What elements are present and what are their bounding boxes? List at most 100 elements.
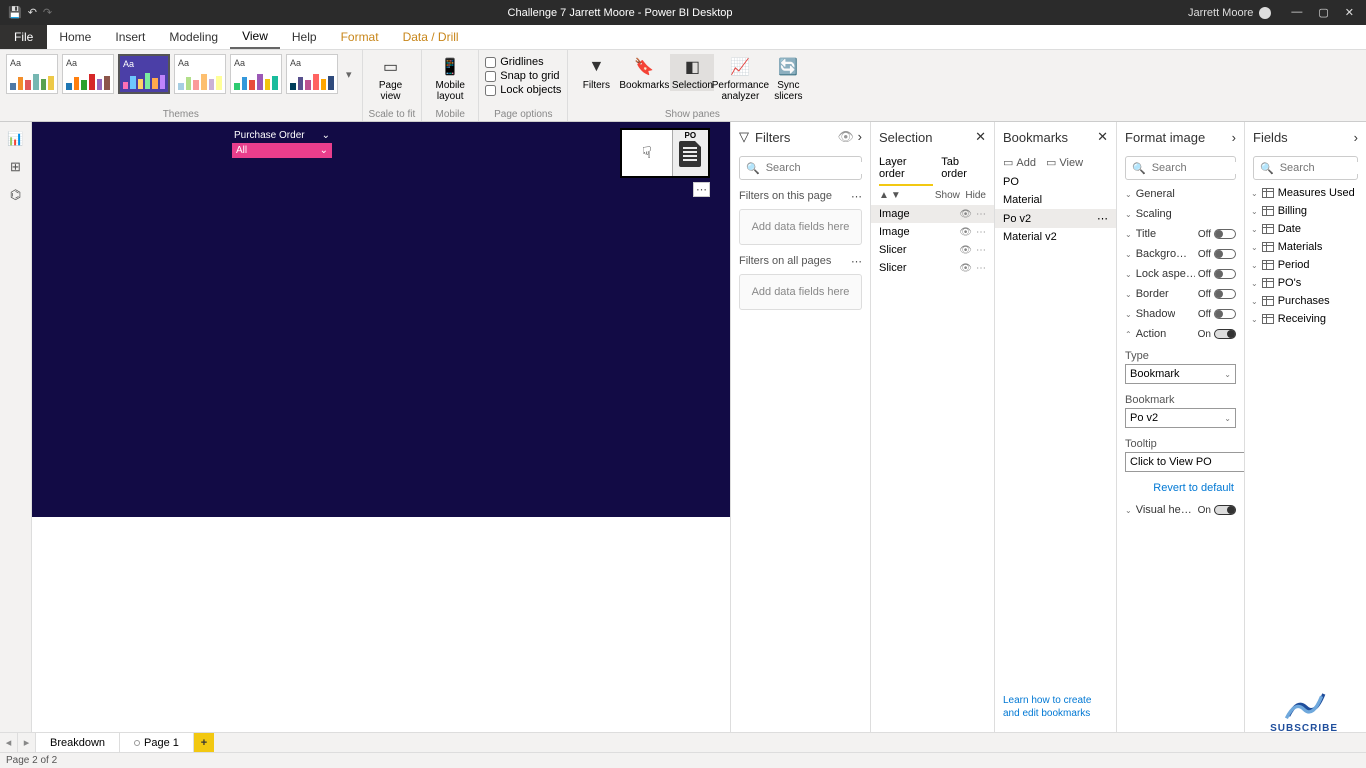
bookmarks-pane-button[interactable]: 🔖Bookmarks [622,54,666,91]
redo-icon[interactable]: ↷ [43,6,52,19]
tab-home[interactable]: Home [47,25,103,49]
field-table[interactable]: ⌄Billing [1245,202,1366,220]
eye-icon[interactable]: 👁 [838,129,855,144]
bookmark-item[interactable]: Material [995,191,1116,209]
minimize-button[interactable]: — [1291,6,1302,19]
selection-item[interactable]: Image👁⋯ [871,223,994,241]
action-type-select[interactable]: Bookmark⌄ [1125,364,1236,384]
theme-thumb[interactable]: Aa [6,54,58,94]
page-next-icon[interactable]: ▸ [18,733,36,752]
revert-default-link[interactable]: Revert to default [1117,476,1244,500]
more-icon[interactable]: ⋯ [976,209,986,220]
page-view-button[interactable]: ▭Page view [369,54,413,102]
prop-general[interactable]: ⌄General [1117,184,1244,204]
tab-view[interactable]: View [230,25,280,49]
more-icon[interactable]: ⋯ [976,227,986,238]
selection-item[interactable]: Slicer👁⋯ [871,259,994,277]
bookmark-item[interactable]: PO [995,173,1116,191]
snap-checkbox[interactable]: Snap to grid [485,70,561,82]
tab-order-tab[interactable]: Tab order [941,152,986,186]
field-table[interactable]: ⌄Date [1245,220,1366,238]
close-icon[interactable]: ✕ [1097,129,1108,145]
field-table[interactable]: ⌄Purchases [1245,292,1366,310]
image-visual[interactable]: ☟ PO [620,128,710,178]
more-icon[interactable]: ⋯ [851,255,862,268]
collapse-icon[interactable]: › [1354,130,1358,145]
add-page-button[interactable]: + [194,733,214,752]
model-view-icon[interactable]: ⌬ [7,186,25,204]
prop-title[interactable]: ⌄TitleOff [1117,224,1244,244]
chevron-down-icon[interactable]: ⌄ [322,130,330,141]
field-table[interactable]: ⌄Receiving [1245,310,1366,328]
tab-insert[interactable]: Insert [103,25,157,49]
page-prev-icon[interactable]: ◂ [0,733,18,752]
prop-background[interactable]: ⌄Backgro…Off [1117,244,1244,264]
prop-shadow[interactable]: ⌄ShadowOff [1117,304,1244,324]
collapse-icon[interactable]: › [1232,130,1236,145]
bookmark-item[interactable]: Material v2 [995,228,1116,246]
layer-order-tab[interactable]: Layer order [879,152,933,186]
page-tab[interactable]: Breakdown [36,733,120,752]
slicer-purchase-order[interactable]: Purchase Order⌄ All⌄ [232,128,332,158]
prop-scaling[interactable]: ⌄Scaling [1117,204,1244,224]
close-icon[interactable]: ✕ [975,129,986,145]
more-icon[interactable]: ⋯ [976,263,986,274]
filters-pane-button[interactable]: ▼Filters [574,54,618,91]
move-down-icon[interactable]: ▼ [891,190,903,201]
hidden-icon[interactable]: 👁 [959,209,972,220]
field-table[interactable]: ⌄PO's [1245,274,1366,292]
action-bookmark-select[interactable]: Po v2⌄ [1125,408,1236,428]
mobile-layout-button[interactable]: 📱Mobile layout [428,54,472,102]
gridlines-checkbox[interactable]: Gridlines [485,56,561,68]
field-table[interactable]: ⌄Period [1245,256,1366,274]
theme-thumb[interactable]: Aa [286,54,338,94]
hide-button[interactable]: Hide [965,190,986,201]
performance-button[interactable]: 📈Performance analyzer [718,54,762,102]
move-up-icon[interactable]: ▲ [879,190,891,201]
theme-thumb[interactable]: Aa [62,54,114,94]
prop-action[interactable]: ⌃ActionOn [1117,324,1244,344]
collapse-icon[interactable]: › [858,129,862,144]
theme-gallery[interactable]: Aa Aa Aa Aa Aa Aa ▾ [6,54,356,94]
avatar[interactable] [1259,7,1271,19]
sync-slicers-button[interactable]: 🔄Sync slicers [766,54,810,102]
selection-pane-button[interactable]: ◧Selection [670,54,714,91]
file-tab[interactable]: File [0,25,47,49]
page-tab[interactable]: Page 1 [120,733,194,752]
report-view-icon[interactable]: 📊 [7,130,25,148]
hidden-icon[interactable]: 👁 [959,227,972,238]
more-icon[interactable]: ⋯ [976,245,986,256]
lock-checkbox[interactable]: Lock objects [485,84,561,96]
prop-visual-header[interactable]: ⌄Visual he…On [1117,500,1244,520]
tab-help[interactable]: Help [280,25,329,49]
field-table[interactable]: ⌄Materials [1245,238,1366,256]
filter-drop-zone[interactable]: Add data fields here [739,209,862,245]
undo-icon[interactable]: ↶ [28,6,37,19]
tab-modeling[interactable]: Modeling [157,25,230,49]
selection-item[interactable]: Slicer👁⋯ [871,241,994,259]
maximize-button[interactable]: ▢ [1318,6,1328,19]
fields-search[interactable]: 🔍 [1253,156,1358,180]
visual-options-icon[interactable]: ⋯ [693,182,710,197]
close-button[interactable]: ✕ [1345,6,1354,19]
filter-drop-zone[interactable]: Add data fields here [739,274,862,310]
hidden-icon[interactable]: 👁 [959,245,972,256]
user-name[interactable]: Jarrett Moore [1188,7,1253,19]
selection-item[interactable]: Image👁⋯ [871,205,994,223]
view-bookmark-button[interactable]: ▭View [1046,156,1083,169]
more-icon[interactable]: ⋯ [1097,212,1108,225]
theme-thumb[interactable]: Aa [174,54,226,94]
report-canvas[interactable]: Purchase Order⌄ All⌄ ☟ PO ⋯ [32,122,730,517]
theme-thumb-selected[interactable]: Aa [118,54,170,94]
prop-border[interactable]: ⌄BorderOff [1117,284,1244,304]
tab-format[interactable]: Format [329,25,391,49]
show-button[interactable]: Show [935,190,960,201]
save-icon[interactable]: 💾 [8,6,22,19]
theme-thumb[interactable]: Aa [230,54,282,94]
chevron-down-icon[interactable]: ▾ [342,68,356,81]
slicer-dropdown[interactable]: All⌄ [232,143,332,158]
data-view-icon[interactable]: ⊞ [7,158,25,176]
hidden-icon[interactable]: 👁 [959,263,972,274]
prop-lock-aspect[interactable]: ⌄Lock aspe…Off [1117,264,1244,284]
filters-search[interactable]: 🔍 [739,156,862,180]
